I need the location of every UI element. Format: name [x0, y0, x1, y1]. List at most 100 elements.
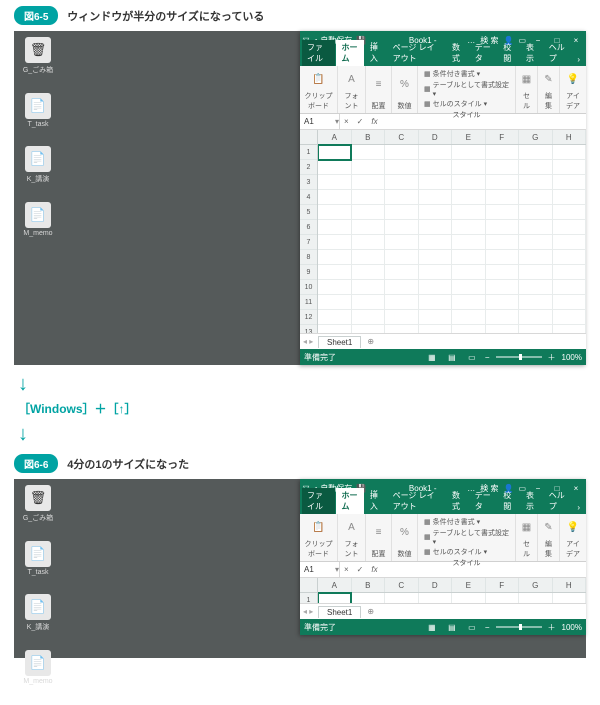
cell[interactable]: [419, 265, 452, 280]
cell[interactable]: [352, 220, 385, 235]
new-sheet-button[interactable]: ⊕: [367, 337, 374, 346]
cell[interactable]: [318, 295, 351, 310]
desktop-icon[interactable]: 🗑G_ごみ箱: [20, 37, 56, 75]
cell[interactable]: [318, 280, 351, 295]
cell[interactable]: [452, 190, 485, 205]
select-all-corner[interactable]: [300, 130, 317, 145]
row-header[interactable]: 9: [300, 265, 317, 280]
cell[interactable]: [519, 325, 552, 333]
ribbon-tab[interactable]: 表示: [521, 40, 543, 66]
cell[interactable]: [318, 265, 351, 280]
column-header[interactable]: C: [385, 130, 419, 144]
fx-icon[interactable]: fx: [367, 565, 381, 574]
ribbon-tab[interactable]: 挿入: [365, 488, 387, 514]
cell[interactable]: [553, 593, 586, 603]
ribbon-tab[interactable]: ページ レイアウト: [388, 40, 446, 66]
sheet-nav-icon[interactable]: ◂ ▸: [303, 337, 313, 346]
cell[interactable]: [385, 593, 418, 603]
cell[interactable]: [486, 160, 519, 175]
ribbon-tab[interactable]: ヘルプ: [544, 488, 572, 514]
zoom-level[interactable]: 100%: [562, 623, 582, 632]
column-header[interactable]: G: [519, 578, 553, 592]
cell[interactable]: [385, 175, 418, 190]
cell[interactable]: [553, 145, 586, 160]
editing-icon[interactable]: ✎: [542, 68, 555, 91]
column-header[interactable]: C: [385, 578, 419, 592]
cell[interactable]: [352, 190, 385, 205]
cell[interactable]: [419, 220, 452, 235]
cell[interactable]: [519, 593, 552, 603]
column-header[interactable]: H: [553, 578, 587, 592]
column-header[interactable]: B: [352, 130, 386, 144]
cell[interactable]: [385, 235, 418, 250]
font-icon[interactable]: A: [342, 68, 361, 91]
cell[interactable]: [486, 280, 519, 295]
cell[interactable]: [486, 310, 519, 325]
collapse-ribbon-icon[interactable]: ›: [572, 53, 586, 66]
cell[interactable]: [452, 280, 485, 295]
cell[interactable]: [318, 190, 351, 205]
cell[interactable]: [352, 325, 385, 333]
cell[interactable]: [486, 220, 519, 235]
ribbon-tab[interactable]: 校閲: [498, 488, 520, 514]
ribbon-tab[interactable]: 挿入: [365, 40, 387, 66]
styles-item[interactable]: ▦セルのスタイル ▾: [424, 547, 509, 557]
desktop-icon[interactable]: 🗑G_ごみ箱: [20, 485, 56, 523]
name-box[interactable]: A1 ▾: [300, 114, 340, 129]
column-header[interactable]: H: [553, 130, 587, 144]
ribbon-tab[interactable]: ページ レイアウト: [388, 488, 446, 514]
collapse-ribbon-icon[interactable]: ›: [572, 501, 586, 514]
desktop-icon[interactable]: 📄M_memo: [20, 650, 56, 685]
ribbon-tab[interactable]: 数式: [447, 40, 469, 66]
cell[interactable]: [553, 325, 586, 333]
cell[interactable]: [419, 205, 452, 220]
cell[interactable]: [486, 265, 519, 280]
row-header[interactable]: 5: [300, 205, 317, 220]
column-header[interactable]: D: [419, 578, 453, 592]
row-header[interactable]: 12: [300, 310, 317, 325]
row-header[interactable]: 6: [300, 220, 317, 235]
select-all-corner[interactable]: [300, 578, 317, 593]
cell[interactable]: [352, 280, 385, 295]
row-header[interactable]: 7: [300, 235, 317, 250]
view-mode-button[interactable]: ▭: [465, 353, 479, 362]
ribbon-tab[interactable]: データ: [470, 488, 498, 514]
cell[interactable]: [452, 175, 485, 190]
zoom-level[interactable]: 100%: [562, 353, 582, 362]
cell[interactable]: [419, 593, 452, 603]
cell[interactable]: [486, 325, 519, 333]
desktop-icon[interactable]: 📄M_memo: [20, 202, 56, 237]
name-box[interactable]: A1 ▾: [300, 562, 340, 577]
ribbon-tab[interactable]: ホーム: [336, 488, 363, 514]
cell[interactable]: [519, 250, 552, 265]
cell[interactable]: [352, 593, 385, 603]
cell[interactable]: [452, 235, 485, 250]
cell[interactable]: [419, 160, 452, 175]
ideas-icon[interactable]: 💡: [564, 516, 582, 539]
cell[interactable]: [519, 145, 552, 160]
cell[interactable]: [519, 310, 552, 325]
column-header[interactable]: E: [452, 578, 486, 592]
cell[interactable]: [419, 325, 452, 333]
styles-item[interactable]: ▦セルのスタイル ▾: [424, 99, 509, 109]
cell[interactable]: [519, 235, 552, 250]
zoom-in-button[interactable]: ＋: [548, 622, 556, 633]
view-mode-button[interactable]: ▤: [445, 623, 459, 632]
row-header[interactable]: 1: [300, 145, 317, 160]
ribbon-tab[interactable]: 数式: [447, 488, 469, 514]
cell[interactable]: [553, 235, 586, 250]
ribbon-tab[interactable]: ホーム: [336, 40, 363, 66]
align-icon[interactable]: ≡: [370, 516, 387, 549]
cell[interactable]: [452, 145, 485, 160]
cell[interactable]: [352, 235, 385, 250]
cell[interactable]: [486, 295, 519, 310]
cell[interactable]: [553, 175, 586, 190]
cell[interactable]: [452, 160, 485, 175]
row-header[interactable]: 10: [300, 280, 317, 295]
cell[interactable]: [553, 205, 586, 220]
cell[interactable]: [452, 265, 485, 280]
styles-item[interactable]: ▦テーブルとして書式設定 ▾: [424, 80, 509, 98]
sheet-tab[interactable]: Sheet1: [318, 336, 361, 348]
cell[interactable]: [419, 280, 452, 295]
sheet-nav-icon[interactable]: ◂ ▸: [303, 607, 313, 616]
